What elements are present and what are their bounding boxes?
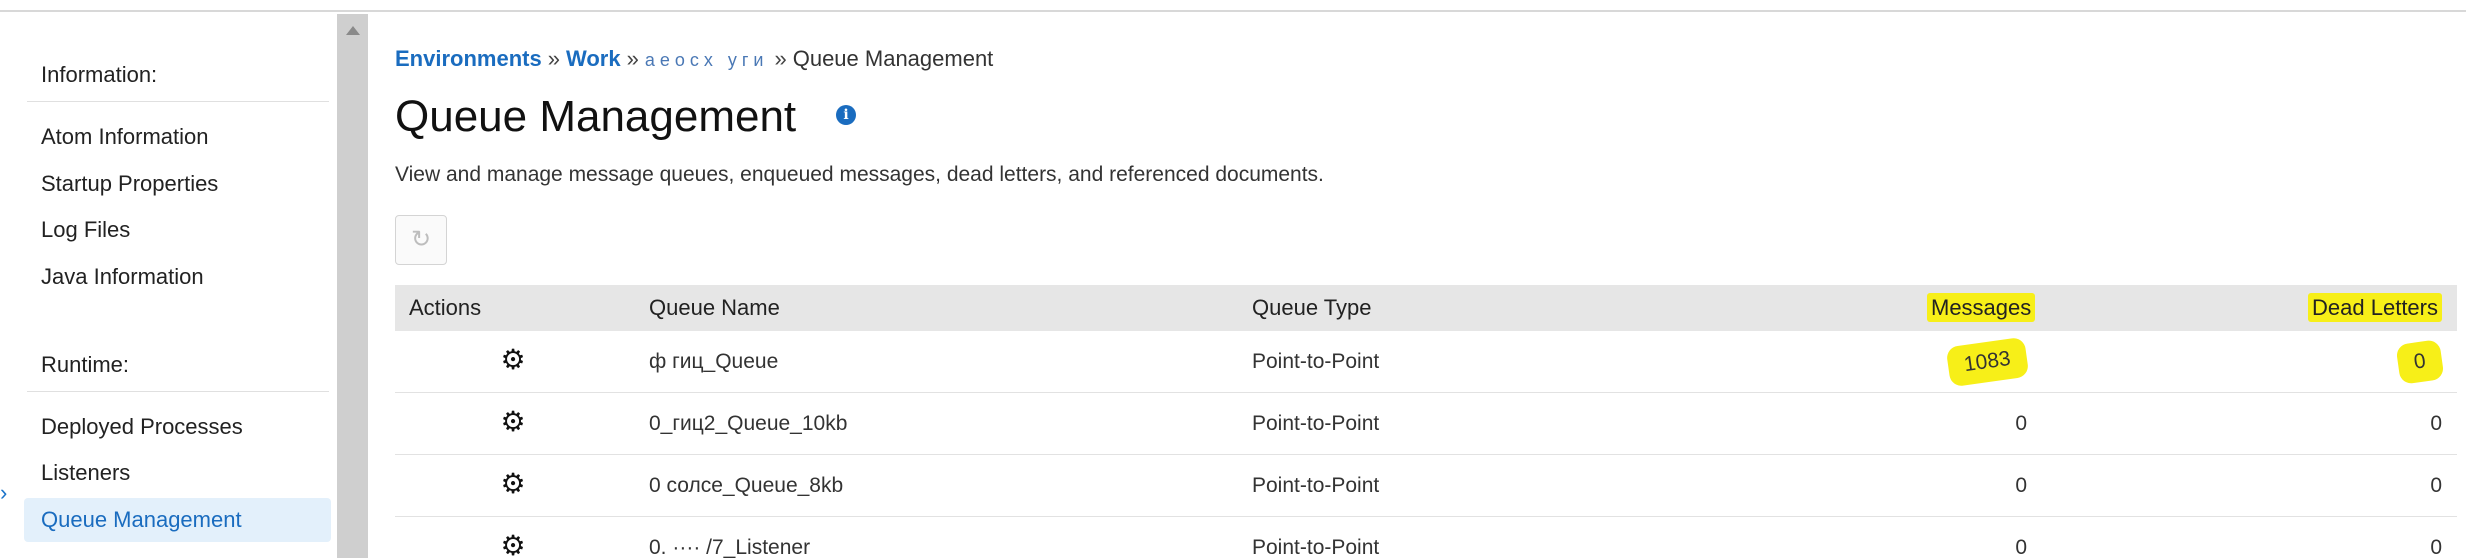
- queue-name-cell: 0. ···· /7_Listener: [649, 536, 811, 558]
- column-header-dead-letters[interactable]: Dead Letters: [2272, 285, 2442, 331]
- sidebar-divider: [27, 101, 329, 102]
- table-row: ⚙ 0_гиц2_Queue_10kb Point-to-Point 0 0: [395, 393, 2457, 455]
- breadcrumb-atom-link[interactable]: аеосх уги: [645, 50, 769, 70]
- queue-type-cell: Point-to-Point: [1252, 536, 1380, 558]
- sidebar-item-queue-management[interactable]: Queue Management: [24, 498, 331, 542]
- sidebar-header-runtime: Runtime:: [41, 352, 130, 377]
- table-header-row: Actions Queue Name Queue Type Messages D…: [395, 285, 2457, 331]
- table-row: ⚙ 0. ···· /7_Listener Point-to-Point 0 0: [395, 517, 2457, 558]
- dead-letters-cell: 0: [2272, 331, 2445, 392]
- dead-letters-cell: 0: [2430, 474, 2442, 497]
- breadcrumb-separator: »: [626, 46, 639, 71]
- queue-management-page: › Information: Atom Information Startup …: [0, 0, 2466, 558]
- queue-type-cell: Point-to-Point: [1252, 412, 1380, 435]
- breadcrumb-separator: »: [774, 46, 787, 71]
- dead-letters-header-label: Dead Letters: [2308, 293, 2442, 322]
- breadcrumb-environments-link[interactable]: Environments: [395, 46, 542, 71]
- queue-table: Actions Queue Name Queue Type Messages D…: [395, 285, 2457, 558]
- sidebar-header-information: Information:: [41, 62, 158, 87]
- sidebar-item-atom-information[interactable]: Atom Information: [41, 124, 209, 150]
- queue-type-cell: Point-to-Point: [1252, 474, 1380, 497]
- breadcrumb-separator: »: [547, 46, 560, 71]
- queue-name-cell: ф гиц_Queue: [649, 350, 779, 373]
- queue-type-cell: Point-to-Point: [1252, 350, 1380, 373]
- refresh-button[interactable]: ↻: [395, 215, 447, 265]
- messages-value: 1083: [1945, 336, 2030, 388]
- messages-cell: 0: [2015, 474, 2027, 497]
- top-border: [0, 0, 2466, 12]
- column-header-queue-name[interactable]: Queue Name: [649, 285, 780, 331]
- sidebar-item-startup-properties[interactable]: Startup Properties: [41, 171, 218, 197]
- column-header-actions: Actions: [409, 295, 482, 320]
- sidebar-item-log-files[interactable]: Log Files: [41, 217, 130, 243]
- sidebar: Information: Atom Information Startup Pr…: [10, 14, 335, 558]
- breadcrumb-work-link[interactable]: Work: [566, 46, 621, 71]
- dead-letters-value: 0: [2395, 339, 2445, 385]
- page-title: Queue Management: [395, 92, 797, 141]
- info-icon[interactable]: i: [836, 105, 856, 125]
- scroll-up-arrow-icon[interactable]: [346, 26, 360, 35]
- breadcrumb-current: Queue Management: [792, 46, 994, 71]
- sidebar-divider: [27, 391, 329, 392]
- table-row: ⚙ ф гиц_Queue Point-to-Point 1083 0: [395, 331, 2457, 393]
- gear-icon[interactable]: ⚙: [498, 345, 528, 375]
- gear-icon[interactable]: ⚙: [498, 407, 528, 437]
- page-description: View and manage message queues, enqueued…: [395, 163, 1324, 186]
- sidebar-item-listeners[interactable]: Listeners: [41, 460, 130, 486]
- column-header-queue-type[interactable]: Queue Type: [1252, 285, 1371, 331]
- left-edge-arrow-icon: ›: [0, 480, 8, 505]
- sidebar-item-deployed-processes[interactable]: Deployed Processes: [41, 414, 243, 440]
- gear-icon[interactable]: ⚙: [498, 469, 528, 499]
- refresh-icon: ↻: [410, 226, 432, 253]
- sidebar-scrollbar[interactable]: [337, 14, 368, 558]
- breadcrumb: Environments» Work» аеосх уги» Queue Manage…: [395, 46, 993, 72]
- column-header-messages[interactable]: Messages: [1927, 285, 2036, 331]
- dead-letters-cell: 0: [2430, 412, 2442, 435]
- queue-name-cell: 0 солсе_Queue_8kb: [649, 474, 844, 497]
- queue-name-cell: 0_гиц2_Queue_10kb: [649, 412, 848, 435]
- messages-header-label: Messages: [1927, 293, 2036, 322]
- messages-cell: 0: [2015, 412, 2027, 435]
- gear-icon[interactable]: ⚙: [498, 531, 528, 558]
- messages-cell: 0: [2015, 536, 2027, 558]
- messages-cell: 1083: [1927, 331, 2030, 392]
- dead-letters-cell: 0: [2430, 536, 2442, 558]
- sidebar-item-java-information[interactable]: Java Information: [41, 264, 204, 290]
- table-row: ⚙ 0 солсе_Queue_8kb Point-to-Point 0 0: [395, 455, 2457, 517]
